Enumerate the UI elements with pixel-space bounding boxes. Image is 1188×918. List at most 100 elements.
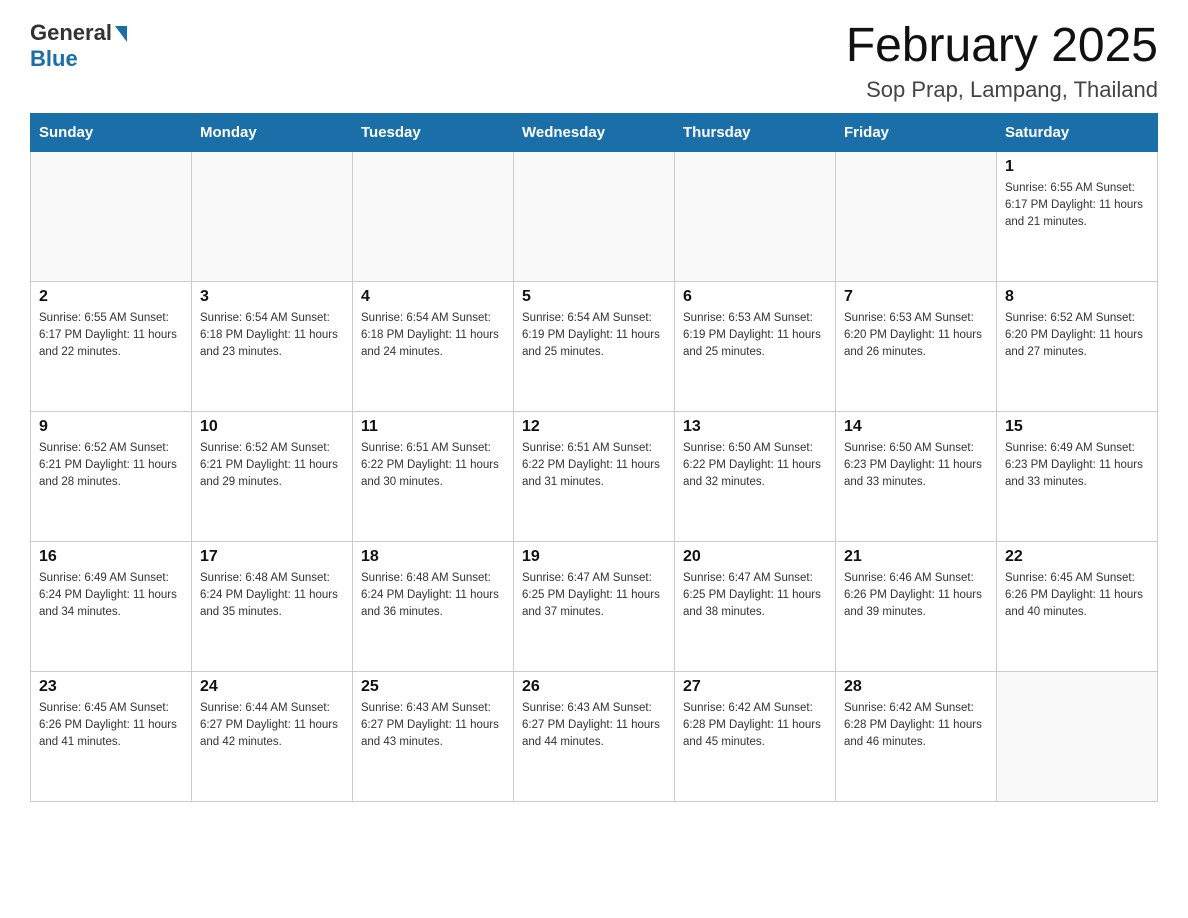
calendar-subtitle: Sop Prap, Lampang, Thailand [846, 77, 1158, 103]
calendar-cell [514, 151, 675, 281]
day-info: Sunrise: 6:50 AM Sunset: 6:22 PM Dayligh… [683, 440, 827, 492]
day-info: Sunrise: 6:51 AM Sunset: 6:22 PM Dayligh… [522, 440, 666, 492]
day-number: 19 [522, 548, 666, 566]
calendar-cell: 21Sunrise: 6:46 AM Sunset: 6:26 PM Dayli… [836, 541, 997, 671]
calendar-cell: 19 Sunrise: 6:47 AM Sunset: 6:25 PM Dayli… [514, 541, 675, 671]
calendar-week-row: 23 Sunrise: 6:45 AM Sunset: 6:26 PM Dayli… [31, 671, 1158, 801]
day-info: Sunrise: 6:48 AM Sunset: 6:24 PM Dayligh… [200, 570, 344, 622]
day-info: Sunrise: 6:54 AM Sunset: 6:18 PM Dayligh… [200, 310, 344, 362]
calendar-cell: 20 Sunrise: 6:47 AM Sunset: 6:25 PM Dayli… [675, 541, 836, 671]
logo-text-general: General [30, 20, 112, 46]
calendar-cell [836, 151, 997, 281]
day-number: 14 [844, 418, 988, 436]
weekday-header-row: SundayMondayTuesdayWednesdayThursdayFrid… [31, 113, 1158, 151]
day-number: 3 [200, 288, 344, 306]
calendar-cell: 22Sunrise: 6:45 AM Sunset: 6:26 PM Dayli… [997, 541, 1158, 671]
day-info: Sunrise: 6:50 AM Sunset: 6:23 PM Dayligh… [844, 440, 988, 492]
day-number: 21 [844, 548, 988, 566]
day-number: 15 [1005, 418, 1149, 436]
day-info: Sunrise: 6:51 AM Sunset: 6:22 PM Dayligh… [361, 440, 505, 492]
day-info: Sunrise: 6:45 AM Sunset: 6:26 PM Dayligh… [39, 700, 183, 752]
calendar-cell [192, 151, 353, 281]
day-info: Sunrise: 6:48 AM Sunset: 6:24 PM Dayligh… [361, 570, 505, 622]
calendar-cell: 9Sunrise: 6:52 AM Sunset: 6:21 PM Daylig… [31, 411, 192, 541]
weekday-header-monday: Monday [192, 113, 353, 151]
weekday-header-thursday: Thursday [675, 113, 836, 151]
calendar-cell: 27 Sunrise: 6:42 AM Sunset: 6:28 PM Dayli… [675, 671, 836, 801]
calendar-cell: 15 Sunrise: 6:49 AM Sunset: 6:23 PM Dayli… [997, 411, 1158, 541]
calendar-cell: 24Sunrise: 6:44 AM Sunset: 6:27 PM Dayli… [192, 671, 353, 801]
day-number: 24 [200, 678, 344, 696]
day-number: 25 [361, 678, 505, 696]
title-section: February 2025 Sop Prap, Lampang, Thailan… [846, 20, 1158, 103]
calendar-week-row: 1 Sunrise: 6:55 AM Sunset: 6:17 PM Daylig… [31, 151, 1158, 281]
weekday-header-tuesday: Tuesday [353, 113, 514, 151]
calendar-cell [31, 151, 192, 281]
calendar-week-row: 2 Sunrise: 6:55 AM Sunset: 6:17 PM Daylig… [31, 281, 1158, 411]
day-info: Sunrise: 6:45 AM Sunset: 6:26 PM Dayligh… [1005, 570, 1149, 622]
calendar-week-row: 16Sunrise: 6:49 AM Sunset: 6:24 PM Dayli… [31, 541, 1158, 671]
calendar-cell: 11Sunrise: 6:51 AM Sunset: 6:22 PM Dayli… [353, 411, 514, 541]
day-info: Sunrise: 6:52 AM Sunset: 6:21 PM Dayligh… [200, 440, 344, 492]
day-info: Sunrise: 6:42 AM Sunset: 6:28 PM Dayligh… [844, 700, 988, 752]
day-number: 13 [683, 418, 827, 436]
calendar-cell: 25 Sunrise: 6:43 AM Sunset: 6:27 PM Dayli… [353, 671, 514, 801]
day-number: 9 [39, 418, 183, 436]
day-info: Sunrise: 6:49 AM Sunset: 6:23 PM Dayligh… [1005, 440, 1149, 492]
day-number: 8 [1005, 288, 1149, 306]
calendar-cell: 5 Sunrise: 6:54 AM Sunset: 6:19 PM Daylig… [514, 281, 675, 411]
day-info: Sunrise: 6:52 AM Sunset: 6:20 PM Dayligh… [1005, 310, 1149, 362]
weekday-header-friday: Friday [836, 113, 997, 151]
day-info: Sunrise: 6:55 AM Sunset: 6:17 PM Dayligh… [1005, 180, 1149, 232]
day-info: Sunrise: 6:42 AM Sunset: 6:28 PM Dayligh… [683, 700, 827, 752]
day-number: 6 [683, 288, 827, 306]
calendar-cell: 2 Sunrise: 6:55 AM Sunset: 6:17 PM Daylig… [31, 281, 192, 411]
logo-arrow-icon [115, 26, 127, 42]
day-info: Sunrise: 6:43 AM Sunset: 6:27 PM Dayligh… [522, 700, 666, 752]
day-info: Sunrise: 6:53 AM Sunset: 6:20 PM Dayligh… [844, 310, 988, 362]
logo-text-blue: Blue [30, 46, 78, 71]
calendar-cell: 28 Sunrise: 6:42 AM Sunset: 6:28 PM Dayli… [836, 671, 997, 801]
calendar-cell: 13 Sunrise: 6:50 AM Sunset: 6:22 PM Dayli… [675, 411, 836, 541]
calendar-cell: 12 Sunrise: 6:51 AM Sunset: 6:22 PM Dayli… [514, 411, 675, 541]
day-number: 10 [200, 418, 344, 436]
page-header: General Blue February 2025 Sop Prap, Lam… [30, 20, 1158, 103]
logo: General Blue [30, 20, 127, 72]
calendar-title: February 2025 [846, 20, 1158, 73]
day-number: 4 [361, 288, 505, 306]
day-number: 16 [39, 548, 183, 566]
calendar-cell: 18 Sunrise: 6:48 AM Sunset: 6:24 PM Dayli… [353, 541, 514, 671]
calendar-cell: 16Sunrise: 6:49 AM Sunset: 6:24 PM Dayli… [31, 541, 192, 671]
calendar-cell [353, 151, 514, 281]
day-info: Sunrise: 6:55 AM Sunset: 6:17 PM Dayligh… [39, 310, 183, 362]
weekday-header-saturday: Saturday [997, 113, 1158, 151]
calendar-cell: 6 Sunrise: 6:53 AM Sunset: 6:19 PM Daylig… [675, 281, 836, 411]
day-number: 27 [683, 678, 827, 696]
day-info: Sunrise: 6:43 AM Sunset: 6:27 PM Dayligh… [361, 700, 505, 752]
calendar-cell: 7 Sunrise: 6:53 AM Sunset: 6:20 PM Daylig… [836, 281, 997, 411]
day-number: 7 [844, 288, 988, 306]
day-info: Sunrise: 6:47 AM Sunset: 6:25 PM Dayligh… [522, 570, 666, 622]
day-number: 2 [39, 288, 183, 306]
calendar-cell: 8 Sunrise: 6:52 AM Sunset: 6:20 PM Daylig… [997, 281, 1158, 411]
calendar-cell: 3 Sunrise: 6:54 AM Sunset: 6:18 PM Daylig… [192, 281, 353, 411]
day-info: Sunrise: 6:53 AM Sunset: 6:19 PM Dayligh… [683, 310, 827, 362]
day-number: 28 [844, 678, 988, 696]
day-number: 5 [522, 288, 666, 306]
weekday-header-wednesday: Wednesday [514, 113, 675, 151]
day-number: 12 [522, 418, 666, 436]
day-info: Sunrise: 6:54 AM Sunset: 6:18 PM Dayligh… [361, 310, 505, 362]
calendar-week-row: 9 Sunrise: 6:52 AM Sunset: 6:21 PM Daylig… [31, 411, 1158, 541]
day-number: 23 [39, 678, 183, 696]
day-number: 26 [522, 678, 666, 696]
day-info: Sunrise: 6:54 AM Sunset: 6:19 PM Dayligh… [522, 310, 666, 362]
calendar-cell: 1 Sunrise: 6:55 AM Sunset: 6:17 PM Daylig… [997, 151, 1158, 281]
weekday-header-sunday: Sunday [31, 113, 192, 151]
day-number: 20 [683, 548, 827, 566]
calendar-table: SundayMondayTuesdayWednesdayThursdayFrid… [30, 113, 1158, 802]
calendar-cell [997, 671, 1158, 801]
calendar-cell: 10 Sunrise: 6:52 AM Sunset: 6:21 PM Dayli… [192, 411, 353, 541]
day-number: 18 [361, 548, 505, 566]
day-number: 1 [1005, 158, 1149, 176]
day-info: Sunrise: 6:47 AM Sunset: 6:25 PM Dayligh… [683, 570, 827, 622]
